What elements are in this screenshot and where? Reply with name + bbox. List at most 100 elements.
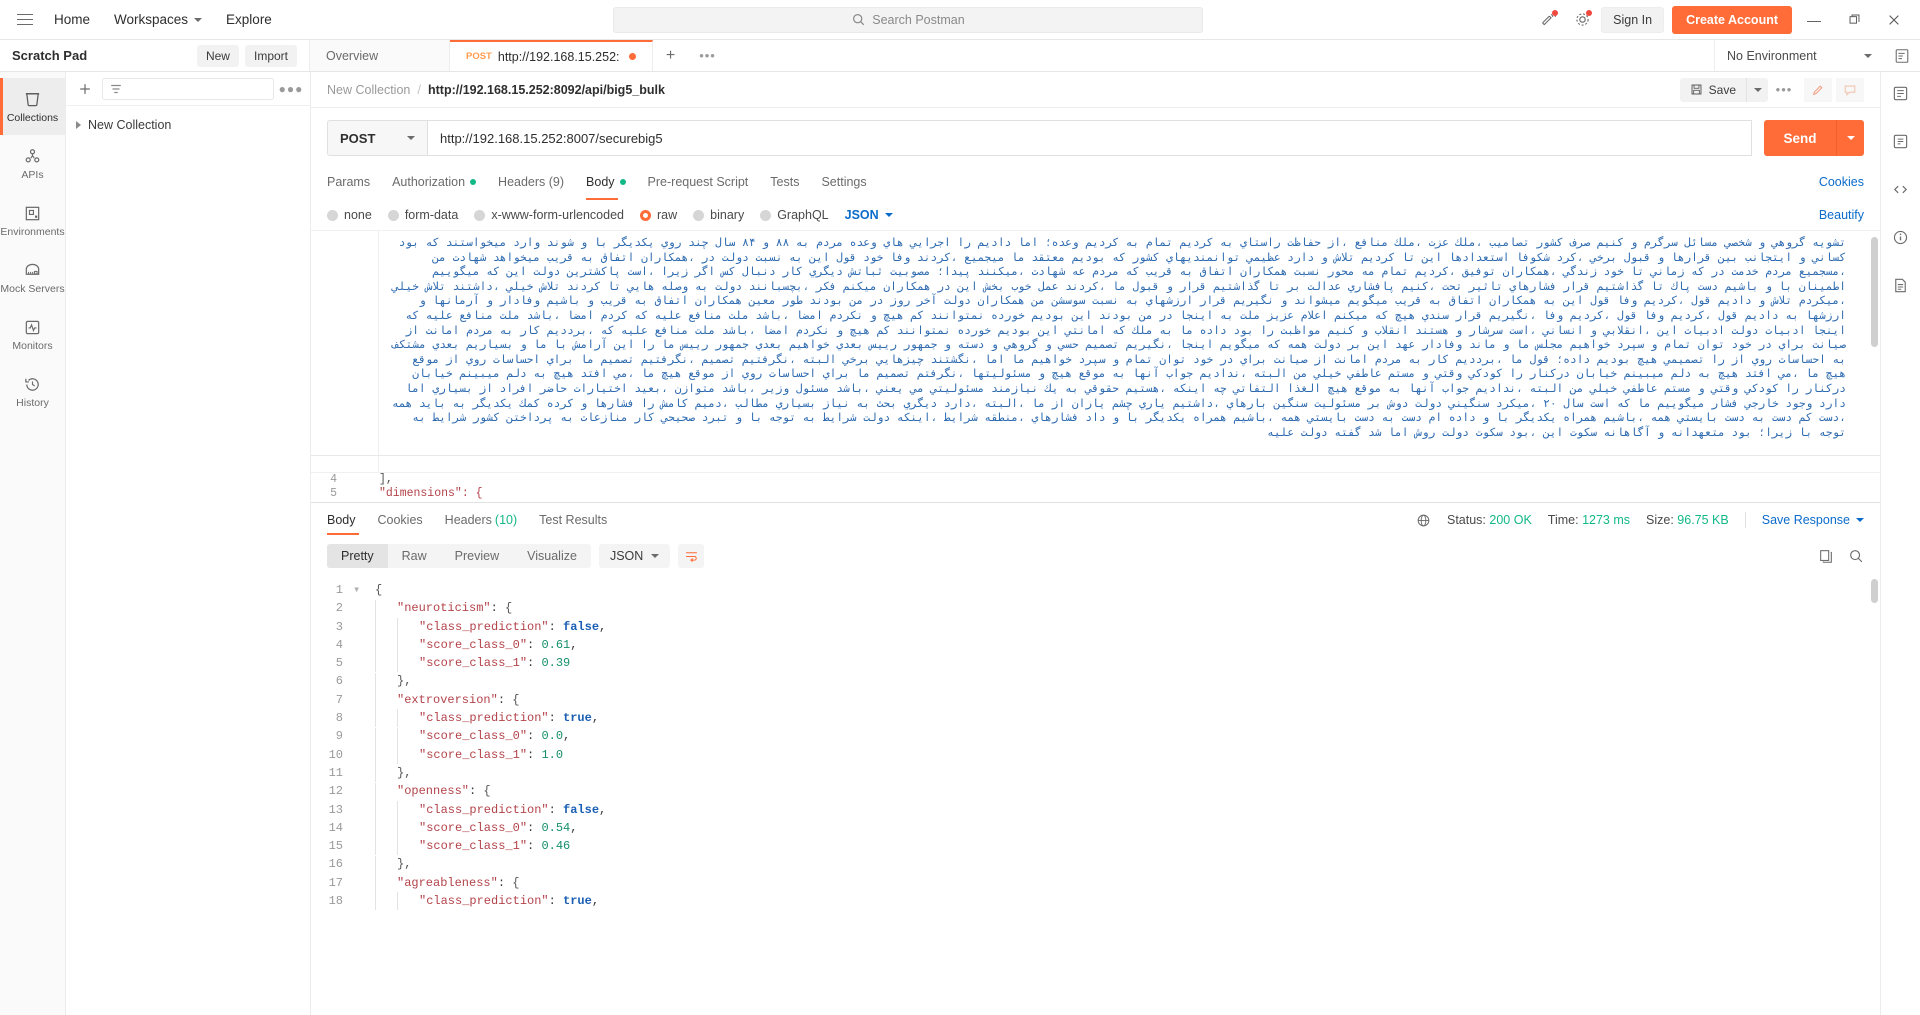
request-editor-scrollbar[interactable] [1871,237,1878,347]
body-type-selector: none form-data x-www-form-urlencoded raw… [311,200,1880,230]
sidebar-item-environments[interactable]: Environments [0,192,65,249]
maximize-icon[interactable] [1836,5,1872,35]
search-icon [853,14,865,26]
time-label: Time: [1547,513,1579,527]
collections-icon [25,92,40,106]
cookies-link[interactable]: Cookies [1819,175,1864,189]
filter-icon [111,84,121,93]
tab-tests[interactable]: Tests [770,164,799,200]
body-type-urlencoded[interactable]: x-www-form-urlencoded [474,208,624,222]
response-scrollbar[interactable] [1871,579,1878,603]
view-mode-preview[interactable]: Preview [441,544,513,568]
tree-item-new-collection[interactable]: New Collection [76,114,300,136]
sidebar-item-history[interactable]: History [0,363,65,420]
sidebar-item-collections[interactable]: Collections [0,78,65,135]
code-snippet-icon[interactable] [1888,176,1914,202]
save-icon [1691,84,1702,95]
tab-overview[interactable]: Overview [310,40,450,71]
size-value: 96.75 KB [1677,513,1729,527]
send-button[interactable]: Send [1764,120,1836,156]
response-json-code[interactable]: {"neuroticism": {"class_prediction": fal… [375,575,1880,1015]
close-icon[interactable] [1876,5,1912,35]
pencil-icon[interactable] [1804,77,1832,102]
response-body-viewer[interactable]: 1 2 3 4 5 6 7 8 9 10 11 12 13 14 15 16 17 18 ▾ {"neurotic… [311,575,1880,1015]
http-method-select[interactable]: POST [327,120,427,156]
body-type-graphql[interactable]: GraphQL [760,208,829,222]
tab-body[interactable]: Body [586,164,626,200]
runner-icon[interactable] [1888,128,1914,154]
environment-quick-look-icon[interactable] [1884,40,1920,71]
body-type-graphql-label: GraphQL [777,208,829,222]
monitors-icon [25,320,40,334]
response-tab-headers[interactable]: Headers (10) [445,503,517,537]
response-tab-test-results[interactable]: Test Results [539,503,607,537]
beautify-button[interactable]: Beautify [1819,208,1864,222]
body-type-form-data[interactable]: form-data [387,208,458,222]
line-number: 4 [330,472,337,486]
sidebar-filter-input[interactable] [102,77,274,100]
body-type-binary[interactable]: binary [693,208,744,222]
breadcrumb-collection[interactable]: New Collection [327,83,410,97]
tab-settings[interactable]: Settings [821,164,866,200]
status-value: 200 OK [1489,513,1532,527]
nav-explore[interactable]: Explore [214,3,284,37]
radio-icon [760,209,772,221]
import-button[interactable]: Import [244,44,297,67]
view-mode-visualize[interactable]: Visualize [513,544,591,568]
raw-format-select[interactable]: JSON [845,208,893,222]
fold-marker[interactable]: ▾ [353,581,375,599]
new-button[interactable]: New [196,44,239,67]
tab-unsaved-indicator [628,53,636,60]
save-options-button[interactable] [1746,77,1768,102]
tab-request[interactable]: POST http://192.168.15.252: [450,40,653,71]
environment-selector[interactable]: No Environment [1714,40,1884,71]
json-token: "class_prediction" [419,711,549,726]
request-body-editor[interactable]: تشويه گروهي و شخصي مسائل سرگرم و كنيم صر… [311,230,1880,502]
capture-requests-icon[interactable] [1888,80,1914,106]
tab-pre-request-script[interactable]: Pre-request Script [648,164,749,200]
response-format-select[interactable]: JSON [598,544,671,568]
response-tab-body[interactable]: Body [327,503,356,537]
add-tab-button[interactable]: + [653,40,689,71]
nav-home[interactable]: Home [42,3,102,37]
copy-icon[interactable] [1818,548,1834,564]
tab-more-button[interactable]: ••• [689,40,727,71]
tab-headers[interactable]: Headers (9) [498,164,564,200]
minimize-icon[interactable]: — [1796,5,1832,35]
nav-workspaces[interactable]: Workspaces [102,3,214,37]
json-line: "score_class_0": 0.54, [375,819,1880,838]
save-button-label: Save [1708,82,1736,97]
sidebar-item-apis[interactable]: APIs [0,135,65,192]
save-response-button[interactable]: Save Response [1762,513,1864,527]
request-body-text[interactable]: تشويه گروهي و شخصي مسائل سرگرم و كنيم صر… [379,231,1880,456]
comment-icon[interactable] [1836,77,1864,102]
documentation-icon[interactable] [1888,272,1914,298]
tab-authorization[interactable]: Authorization [392,164,477,200]
wrap-lines-icon[interactable] [678,544,705,568]
gear-icon[interactable] [1567,5,1597,35]
hamburger-icon[interactable] [8,3,42,37]
send-options-button[interactable] [1836,120,1864,156]
sign-in-button[interactable]: Sign In [1601,6,1665,33]
sidebar-item-mock-servers[interactable]: Mock Servers [0,249,65,306]
view-mode-raw[interactable]: Raw [388,544,441,568]
fold-marker [353,892,375,910]
tab-params[interactable]: Params [327,164,370,200]
body-type-none[interactable]: none [327,208,372,222]
fold-marker [353,801,375,819]
search-icon[interactable] [1848,548,1864,564]
body-type-raw[interactable]: raw [640,208,677,222]
view-mode-pretty[interactable]: Pretty [327,544,388,568]
info-icon[interactable] [1888,224,1914,250]
sidebar-more-icon[interactable]: ●●● [279,78,303,100]
url-input[interactable]: http://192.168.15.252:8007/securebig5 [427,120,1752,156]
request-more-actions[interactable]: ••• [1768,82,1800,97]
create-account-button[interactable]: Create Account [1672,5,1792,34]
sidebar-item-monitors[interactable]: Monitors [0,306,65,363]
plus-icon[interactable] [74,78,96,100]
line-number: 12 [328,784,343,799]
response-tab-cookies[interactable]: Cookies [378,503,423,537]
search-input[interactable]: Search Postman [613,6,1204,33]
save-button[interactable]: Save [1679,77,1746,102]
invite-icon[interactable] [1533,5,1563,35]
